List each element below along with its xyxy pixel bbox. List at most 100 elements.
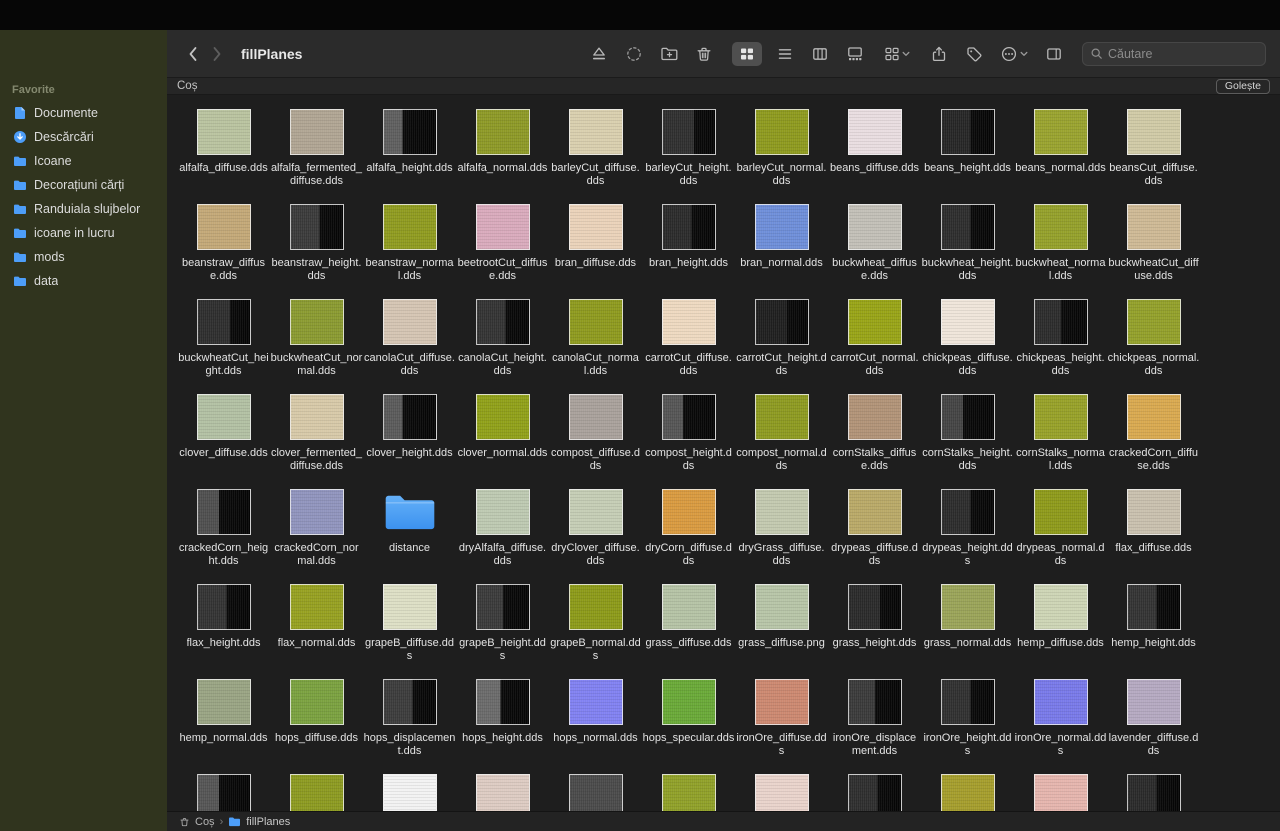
file-thumbnail[interactable]: [662, 394, 716, 440]
file-item[interactable]: [921, 774, 1014, 811]
sidebar-item-icoane-in-lucru[interactable]: icoane in lucru: [0, 221, 167, 245]
file-item[interactable]: crackedCorn_diffuse.dds: [1107, 394, 1200, 489]
file-item[interactable]: barleyCut_height.dds: [642, 109, 735, 204]
file-thumbnail[interactable]: [290, 489, 344, 535]
file-thumbnail[interactable]: [1127, 299, 1181, 345]
sidebar-item-descarcari[interactable]: Descărcări: [0, 125, 167, 149]
file-item[interactable]: ironOre_height.dds: [921, 679, 1014, 774]
file-thumbnail[interactable]: [290, 774, 344, 811]
file-thumbnail[interactable]: [941, 109, 995, 155]
file-thumbnail[interactable]: [383, 679, 437, 725]
path-crumb-trash[interactable]: Coș: [195, 816, 215, 828]
file-item[interactable]: crackedCorn_normal.dds: [270, 489, 363, 584]
file-thumbnail[interactable]: [1127, 204, 1181, 250]
folder-icon[interactable]: [383, 489, 437, 535]
file-thumbnail[interactable]: [383, 204, 437, 250]
file-item[interactable]: dryAlfalfa_diffuse.dds: [456, 489, 549, 584]
file-item[interactable]: cornStalks_normal.dds: [1014, 394, 1107, 489]
forward-button[interactable]: [205, 42, 229, 66]
view-columns-button[interactable]: [808, 42, 832, 66]
file-thumbnail[interactable]: [290, 679, 344, 725]
file-item[interactable]: grass_diffuse.dds: [642, 584, 735, 679]
file-item[interactable]: [1014, 774, 1107, 811]
file-thumbnail[interactable]: [197, 109, 251, 155]
file-thumbnail[interactable]: [476, 109, 530, 155]
file-item[interactable]: dryCorn_diffuse.dds: [642, 489, 735, 584]
file-thumbnail[interactable]: [569, 774, 623, 811]
file-thumbnail[interactable]: [476, 394, 530, 440]
file-item[interactable]: cornStalks_height.dds: [921, 394, 1014, 489]
file-thumbnail[interactable]: [1127, 584, 1181, 630]
file-thumbnail[interactable]: [1034, 774, 1088, 811]
sidebar-item-decoratiuni-carti[interactable]: Decorațiuni cărți: [0, 173, 167, 197]
delete-button[interactable]: [692, 42, 716, 66]
file-thumbnail[interactable]: [1034, 679, 1088, 725]
file-item[interactable]: alfalfa_normal.dds: [456, 109, 549, 204]
file-thumbnail[interactable]: [383, 584, 437, 630]
sidebar-item-randuiala-slujbelor[interactable]: Randuiala slujbelor: [0, 197, 167, 221]
sidebar-item-data[interactable]: data: [0, 269, 167, 293]
file-item[interactable]: hemp_height.dds: [1107, 584, 1200, 679]
file-thumbnail[interactable]: [569, 584, 623, 630]
file-thumbnail[interactable]: [1034, 584, 1088, 630]
preview-panel-button[interactable]: [1042, 42, 1066, 66]
file-item[interactable]: hops_diffuse.dds: [270, 679, 363, 774]
file-item[interactable]: clover_diffuse.dds: [177, 394, 270, 489]
file-thumbnail[interactable]: [476, 489, 530, 535]
file-thumbnail[interactable]: [476, 679, 530, 725]
file-thumbnail[interactable]: [1034, 204, 1088, 250]
new-folder-button[interactable]: [657, 42, 681, 66]
file-thumbnail[interactable]: [848, 204, 902, 250]
file-item[interactable]: drypeas_diffuse.dds: [828, 489, 921, 584]
file-item[interactable]: [363, 774, 456, 811]
file-thumbnail[interactable]: [848, 299, 902, 345]
file-thumbnail[interactable]: [383, 394, 437, 440]
file-item[interactable]: dryGrass_diffuse.dds: [735, 489, 828, 584]
view-list-button[interactable]: [773, 42, 797, 66]
file-item[interactable]: chickpeas_normal.dds: [1107, 299, 1200, 394]
file-thumbnail[interactable]: [941, 299, 995, 345]
file-thumbnail[interactable]: [848, 679, 902, 725]
file-thumbnail[interactable]: [1127, 774, 1181, 811]
file-item[interactable]: clover_normal.dds: [456, 394, 549, 489]
file-thumbnail[interactable]: [1034, 299, 1088, 345]
file-thumbnail[interactable]: [197, 584, 251, 630]
file-item[interactable]: carrotCut_height.dds: [735, 299, 828, 394]
file-thumbnail[interactable]: [290, 204, 344, 250]
file-item[interactable]: grass_diffuse.png: [735, 584, 828, 679]
file-item[interactable]: hemp_diffuse.dds: [1014, 584, 1107, 679]
file-item[interactable]: carrotCut_diffuse.dds: [642, 299, 735, 394]
file-thumbnail[interactable]: [476, 204, 530, 250]
file-item[interactable]: drypeas_normal.dds: [1014, 489, 1107, 584]
back-button[interactable]: [181, 42, 205, 66]
file-item[interactable]: beanstraw_normal.dds: [363, 204, 456, 299]
file-thumbnail[interactable]: [569, 679, 623, 725]
folder-item[interactable]: distance: [363, 489, 456, 584]
file-item[interactable]: beetrootCut_diffuse.dds: [456, 204, 549, 299]
file-item[interactable]: bran_normal.dds: [735, 204, 828, 299]
more-actions-button[interactable]: [997, 42, 1031, 66]
file-item[interactable]: dryClover_diffuse.dds: [549, 489, 642, 584]
group-by-button[interactable]: [880, 42, 914, 66]
file-thumbnail[interactable]: [197, 489, 251, 535]
file-item[interactable]: alfalfa_diffuse.dds: [177, 109, 270, 204]
view-gallery-button[interactable]: [843, 42, 867, 66]
file-thumbnail[interactable]: [569, 489, 623, 535]
file-item[interactable]: hemp_normal.dds: [177, 679, 270, 774]
file-thumbnail[interactable]: [941, 204, 995, 250]
file-item[interactable]: bran_height.dds: [642, 204, 735, 299]
file-thumbnail[interactable]: [569, 204, 623, 250]
file-thumbnail[interactable]: [1127, 109, 1181, 155]
file-item[interactable]: clover_height.dds: [363, 394, 456, 489]
file-item[interactable]: beans_height.dds: [921, 109, 1014, 204]
file-thumbnail[interactable]: [755, 394, 809, 440]
file-thumbnail[interactable]: [197, 774, 251, 811]
file-thumbnail[interactable]: [569, 394, 623, 440]
file-item[interactable]: hops_displacement.dds: [363, 679, 456, 774]
file-item[interactable]: drypeas_height.dds: [921, 489, 1014, 584]
file-item[interactable]: [642, 774, 735, 811]
file-thumbnail[interactable]: [1034, 394, 1088, 440]
file-item[interactable]: beans_normal.dds: [1014, 109, 1107, 204]
file-item[interactable]: barleyCut_normal.dds: [735, 109, 828, 204]
empty-trash-button[interactable]: Golește: [1216, 79, 1270, 94]
